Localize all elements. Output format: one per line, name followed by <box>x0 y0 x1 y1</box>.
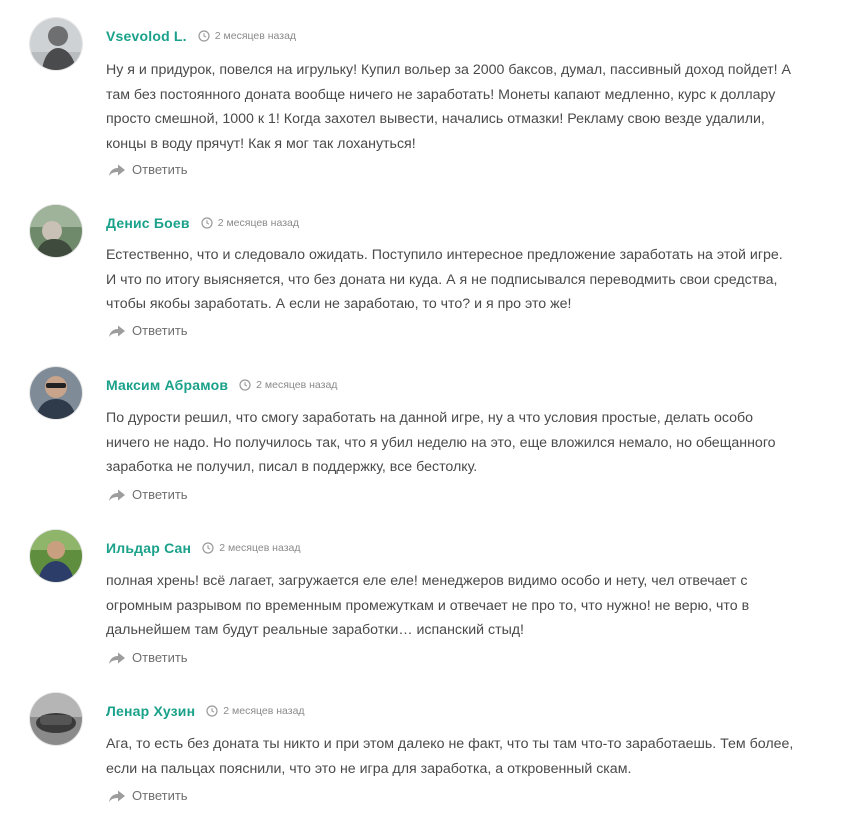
comment-time[interactable]: 2 месяцев назад <box>223 705 304 717</box>
comment-meta: Ленар Хузин 2 месяцев назад <box>106 701 305 721</box>
reply-button[interactable]: Ответить <box>108 487 188 502</box>
comment-meta: Ильдар Сан 2 месяцев назад <box>106 538 301 558</box>
comment-author[interactable]: Ленар Хузин <box>106 703 195 719</box>
comment-text: Естественно, что и следовало ожидать. По… <box>106 247 783 312</box>
clock-icon <box>202 542 214 554</box>
comment-text: полная хрень! всё лагает, загружается ел… <box>106 573 750 638</box>
reply-label: Ответить <box>132 323 188 338</box>
comment-time[interactable]: 2 месяцев назад <box>219 542 300 554</box>
clock-icon <box>239 379 251 391</box>
clock-icon <box>201 217 213 229</box>
reply-arrow-icon <box>109 652 125 664</box>
comment-meta: Vsevolod L. 2 месяцев назад <box>106 26 296 46</box>
comment-time[interactable]: 2 месяцев назад <box>218 217 299 229</box>
avatar[interactable] <box>30 367 82 419</box>
reply-label: Ответить <box>132 487 188 502</box>
reply-arrow-icon <box>109 325 125 337</box>
reply-arrow-icon <box>109 489 125 501</box>
reply-label: Ответить <box>132 788 188 803</box>
comment-text: Ну я и придурок, повелся на игрульку! Ку… <box>106 62 791 152</box>
reply-button[interactable]: Ответить <box>108 650 188 665</box>
avatar[interactable] <box>30 18 82 70</box>
reply-arrow-icon <box>109 790 125 802</box>
comment-meta: Денис Боев 2 месяцев назад <box>106 213 299 233</box>
avatar[interactable] <box>30 693 82 745</box>
reply-button[interactable]: Ответить <box>108 162 188 177</box>
clock-icon <box>206 705 218 717</box>
reply-arrow-icon <box>109 164 125 176</box>
reply-label: Ответить <box>132 162 188 177</box>
avatar[interactable] <box>30 530 82 582</box>
comment-text: По дурости решил, что смогу заработать н… <box>106 410 776 475</box>
comment-meta: Максим Абрамов 2 месяцев назад <box>106 375 337 395</box>
comment-text: Ага, то есть без доната ты никто и при э… <box>106 736 794 777</box>
avatar[interactable] <box>30 205 82 257</box>
clock-icon <box>198 30 210 42</box>
comment-author[interactable]: Максим Абрамов <box>106 377 228 393</box>
reply-label: Ответить <box>132 650 188 665</box>
comment-author[interactable]: Ильдар Сан <box>106 540 191 556</box>
reply-button[interactable]: Ответить <box>108 788 188 803</box>
comment-author[interactable]: Vsevolod L. <box>106 28 187 44</box>
comment-author[interactable]: Денис Боев <box>106 215 190 231</box>
comment-time[interactable]: 2 месяцев назад <box>256 379 337 391</box>
comment-time[interactable]: 2 месяцев назад <box>215 30 296 42</box>
reply-button[interactable]: Ответить <box>108 323 188 338</box>
